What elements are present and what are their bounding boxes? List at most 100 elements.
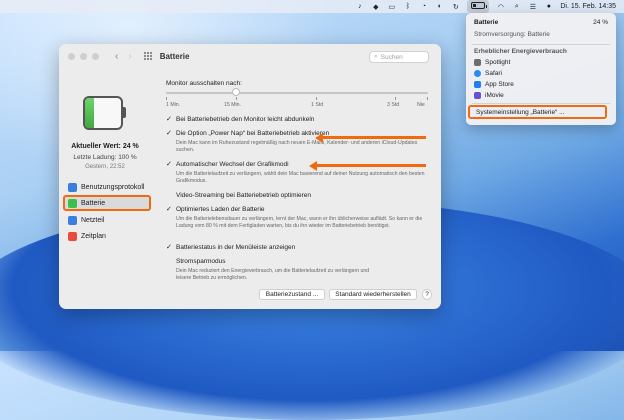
help-button[interactable]: ? xyxy=(422,289,432,300)
bluetooth-icon[interactable]: ᛒ xyxy=(403,3,412,11)
sidebar-item-battery[interactable]: Batterie xyxy=(63,195,151,211)
battery-status-menu: Batterie 24 % Stromversorgung: Batterie … xyxy=(466,13,616,125)
slider-tick xyxy=(395,97,396,100)
sidebar-item-schedule[interactable]: Zeitplan xyxy=(65,229,149,243)
significant-energy-header: Erheblicher Energieverbrauch xyxy=(474,48,608,55)
app-name: App Store xyxy=(485,81,514,88)
clock[interactable]: Di. 15. Feb. 14:35 xyxy=(560,3,616,10)
battery-percent: 24 % xyxy=(593,19,608,26)
battery-icon xyxy=(68,198,77,208)
compass-icon xyxy=(474,70,481,77)
option-label: Die Option „Power Nap“ bei Batteriebetri… xyxy=(176,130,330,137)
minimize-button[interactable] xyxy=(80,52,87,60)
tick-label: 1 Std xyxy=(311,102,324,108)
option-description: Um die Batterielebensdauer zu verlängern… xyxy=(176,216,423,229)
sidebar-item-usage-history[interactable]: Benutzungsprotokoll xyxy=(65,180,149,194)
focus-icon[interactable]: ◐ xyxy=(435,3,444,11)
checkbox-power-nap[interactable]: ✓ xyxy=(166,130,173,137)
sidebar-item-label: Benutzungsprotokoll xyxy=(81,183,145,191)
option-label: Video-Streaming bei Batteriebetrieb opti… xyxy=(176,192,312,199)
menu-app-item[interactable]: Safari xyxy=(474,70,608,77)
highlight-arrow xyxy=(315,132,426,143)
battery-level-fill xyxy=(473,4,476,7)
checkbox-menu-bar-status[interactable]: ✓ xyxy=(166,244,173,251)
checkbox-optimized-charging[interactable]: ✓ xyxy=(166,206,173,213)
app-name: Spotlight xyxy=(485,59,511,66)
back-button[interactable]: ‹ xyxy=(115,51,118,62)
menu-header: Batterie 24 % xyxy=(474,19,608,26)
sync-icon[interactable]: ↻ xyxy=(451,3,460,11)
large-battery-icon xyxy=(83,96,123,130)
sidebar-item-label: Netzteil xyxy=(81,216,105,224)
menu-app-item[interactable]: Spotlight xyxy=(474,59,608,66)
divider xyxy=(472,44,610,45)
battery-settings-window: ‹ › Batterie ⌕ Suchen Aktueller Wert: 24… xyxy=(59,44,441,309)
option-label: Batteriestatus in der Menüleiste anzeige… xyxy=(176,244,296,251)
star-icon xyxy=(474,92,481,99)
menu-app-item[interactable]: iMovie xyxy=(474,92,608,99)
dropbox-icon[interactable]: ◆ xyxy=(371,3,380,11)
sidebar-item-power-adapter[interactable]: Netzteil xyxy=(65,213,149,227)
checkbox-video-streaming[interactable] xyxy=(166,192,173,199)
screen-icon[interactable]: ▭ xyxy=(387,3,396,11)
checkbox-graphics-switching[interactable]: ✓ xyxy=(166,161,173,168)
sidebar: Aktueller Wert: 24 % Letzte Ladung: 100 … xyxy=(59,68,151,309)
slider-knob[interactable] xyxy=(232,88,240,96)
search-placeholder: Suchen xyxy=(380,53,403,61)
siri-icon[interactable]: ● xyxy=(544,3,553,11)
battery-settings-pane: Monitor ausschalten nach: 1 Min. 15 Min.… xyxy=(159,68,433,309)
power-source-label: Stromversorgung: Batterie xyxy=(474,31,550,38)
significant-energy-label: Erheblicher Energieverbrauch xyxy=(474,48,567,55)
checkbox-dim-display[interactable]: ✓ xyxy=(166,116,173,123)
slider-tick xyxy=(236,97,237,100)
timer-icon[interactable]: ◔ xyxy=(419,3,428,11)
app-name: Safari xyxy=(485,70,502,77)
battery-settings-menu-item[interactable]: Systemeinstellung „Batterie“ ... xyxy=(468,105,607,119)
power-source: Stromversorgung: Batterie xyxy=(474,31,608,38)
music-icon[interactable]: ♪ xyxy=(355,3,364,11)
chart-icon xyxy=(68,182,77,192)
sidebar-item-label: Zeitplan xyxy=(81,232,106,240)
tick-label: 3 Std xyxy=(387,102,400,108)
title-bar: ‹ › Batterie ⌕ Suchen xyxy=(59,44,441,68)
tick-label: 1 Min. xyxy=(166,102,181,108)
app-name: iMovie xyxy=(485,92,504,99)
option-label: Bei Batteriebetrieb den Monitor leicht a… xyxy=(176,116,315,123)
sidebar-item-label: Batterie xyxy=(81,199,106,207)
slider-tick xyxy=(427,97,428,100)
search-icon: ⌕ xyxy=(374,53,378,60)
last-charge-time: Gestern, 22:52 xyxy=(85,164,125,170)
control-center-icon[interactable]: ☰ xyxy=(528,3,537,11)
option-description: Dein Mac reduziert den Energieverbrauch,… xyxy=(176,268,370,281)
app-store-icon xyxy=(474,81,481,88)
option-label: Automatischer Wechsel der Grafikmodi xyxy=(176,161,289,168)
forward-button[interactable]: › xyxy=(128,51,131,62)
restore-defaults-button[interactable]: Standard wiederherstellen xyxy=(329,289,417,300)
battery-menu-item[interactable] xyxy=(467,0,490,13)
menu-app-item[interactable]: App Store xyxy=(474,81,608,88)
window-title: Batterie xyxy=(159,51,190,61)
menu-bar: ♪ ◆ ▭ ᛒ ◔ ◐ ↻ ◠ ⌕ ☰ ● Di. 15. Feb. 14:35 xyxy=(0,0,624,13)
show-all-grid-icon[interactable] xyxy=(143,52,152,60)
calendar-icon xyxy=(68,231,77,241)
divider xyxy=(472,103,610,104)
menu-title: Batterie xyxy=(474,19,499,26)
wifi-icon[interactable]: ◠ xyxy=(496,3,505,11)
checkbox-low-power-mode[interactable] xyxy=(166,258,173,265)
search-icon xyxy=(474,59,481,66)
monitor-off-slider[interactable] xyxy=(166,92,428,94)
option-label: Stromsparmodus xyxy=(176,258,226,265)
slider-tick xyxy=(166,97,167,100)
slider-tick xyxy=(316,97,317,100)
battery-cap xyxy=(123,107,126,118)
tick-label: Nie xyxy=(417,102,425,108)
search-icon[interactable]: ⌕ xyxy=(512,3,521,11)
last-charge: Letzte Ladung: 100 % xyxy=(73,154,137,161)
zoom-button[interactable] xyxy=(92,52,99,60)
battery-level-fill xyxy=(85,98,94,128)
search-field[interactable]: ⌕ Suchen xyxy=(369,51,429,63)
power-adapter-icon xyxy=(68,215,77,225)
battery-health-button[interactable]: Batteriezustand ... xyxy=(259,289,325,300)
battery-icon xyxy=(471,2,488,9)
close-button[interactable] xyxy=(68,52,75,60)
